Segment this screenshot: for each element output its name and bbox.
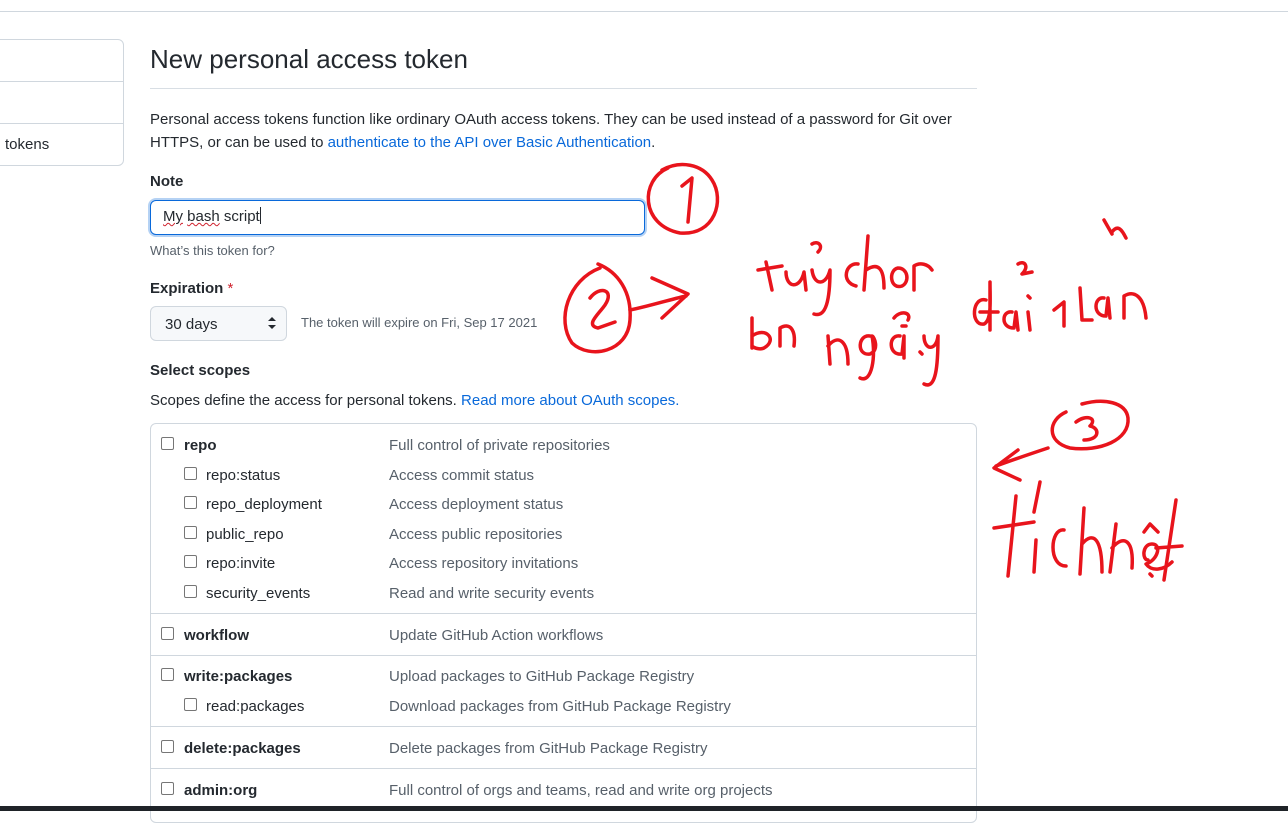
annotation-marker-1: [646, 162, 720, 235]
annotation-marker-3: [992, 399, 1130, 482]
annotation-note-3-script: [992, 480, 1184, 582]
handwritten-annotations: [563, 162, 1184, 582]
annotation-marker-2: [563, 262, 690, 354]
annotation-note-2-script: [750, 218, 1148, 387]
